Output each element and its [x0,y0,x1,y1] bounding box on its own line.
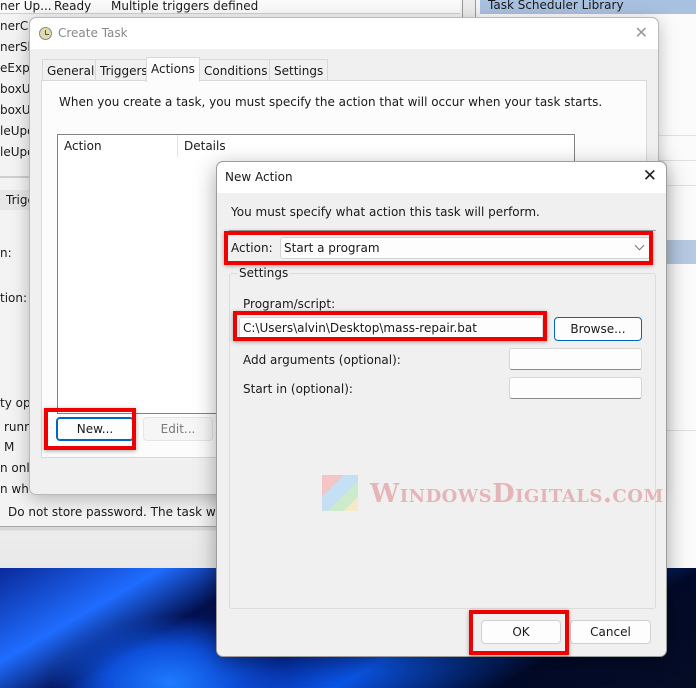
list-item[interactable]: leUpd [0,142,30,163]
task-row[interactable]: ner Up... Ready Multiple triggers define… [0,0,460,14]
field-label: tion: [0,291,28,305]
list-header: Action Details [58,135,574,157]
title-bar[interactable]: New Action ✕ [217,162,666,193]
task-scheduler-library-item[interactable]: Task Scheduler Library [480,0,696,14]
task-list: nerCr nerSk eExpl boxUp boxUp leUpd leUp… [0,16,30,163]
arguments-input[interactable] [509,348,642,370]
start-in-input[interactable] [509,377,642,399]
task-status: Ready [54,0,92,13]
tab-triggers[interactable]: Triggers [95,59,153,81]
list-item[interactable]: boxUp [0,100,30,121]
action-description: You must specify what action this task w… [231,205,540,219]
watermark-text: WindowsDigitals.com [370,479,664,509]
security-note: Do not store password. The task will on [8,505,216,519]
dialog-title: Create Task [58,26,128,40]
start-in-label: Start in (optional): [243,382,353,396]
status-bar [0,526,216,568]
list-item[interactable]: leUpd [0,121,30,142]
list-item[interactable]: nerCr [0,16,30,37]
column-action[interactable]: Action [58,135,178,157]
new-action-button[interactable]: New... [56,417,134,441]
column-details[interactable]: Details [178,135,378,157]
tab-triggers[interactable]: Trigg [0,190,30,210]
tab-conditions[interactable]: Conditions [199,59,273,81]
program-label: Program/script: [243,297,336,311]
actions-description: When you create a task, you must specify… [59,95,603,109]
dialog-title: New Action [225,170,293,184]
tab-actions[interactable]: Actions [146,57,200,82]
list-item[interactable]: eExpl [0,58,30,79]
ok-button[interactable]: OK [481,620,561,644]
task-triggers: Multiple triggers defined [111,0,259,13]
edit-action-button[interactable]: Edit... [143,417,213,441]
task-name: ner Up... [0,0,52,13]
settings-label: Settings [237,266,291,280]
pane-splitter[interactable] [462,0,476,18]
action-select-value: Start a program [284,241,380,255]
browse-button[interactable]: Browse... [554,317,642,341]
new-action-dialog: New Action ✕ You must specify what actio… [216,161,667,657]
close-icon[interactable]: ✕ [643,167,657,185]
list-item[interactable]: nerSk [0,37,30,58]
watermark-logo-icon [322,475,358,511]
details-tabstrip: Trigg [0,176,30,222]
field-label: n: [0,246,12,260]
field-label: runn [4,420,32,434]
arguments-label: Add arguments (optional): [243,353,401,367]
action-label: Action: [231,241,273,255]
cancel-button[interactable]: Cancel [570,620,651,644]
field-label: M [4,440,15,454]
task-clock-icon [39,27,52,40]
field-label: n onl [0,461,30,475]
chevron-down-icon [634,240,645,251]
title-bar[interactable]: Create Task ✕ [30,18,658,49]
list-item[interactable]: boxUp [0,79,30,100]
field-label: n wh [0,482,29,496]
program-script-input[interactable]: C:\Users\alvin\Desktop\mass-repair.bat [239,317,543,339]
tab-general[interactable]: General [42,59,100,81]
close-icon[interactable]: ✕ [635,24,648,42]
action-select[interactable]: Start a program [280,237,650,259]
tab-settings[interactable]: Settings [269,59,329,81]
divider [229,230,656,231]
